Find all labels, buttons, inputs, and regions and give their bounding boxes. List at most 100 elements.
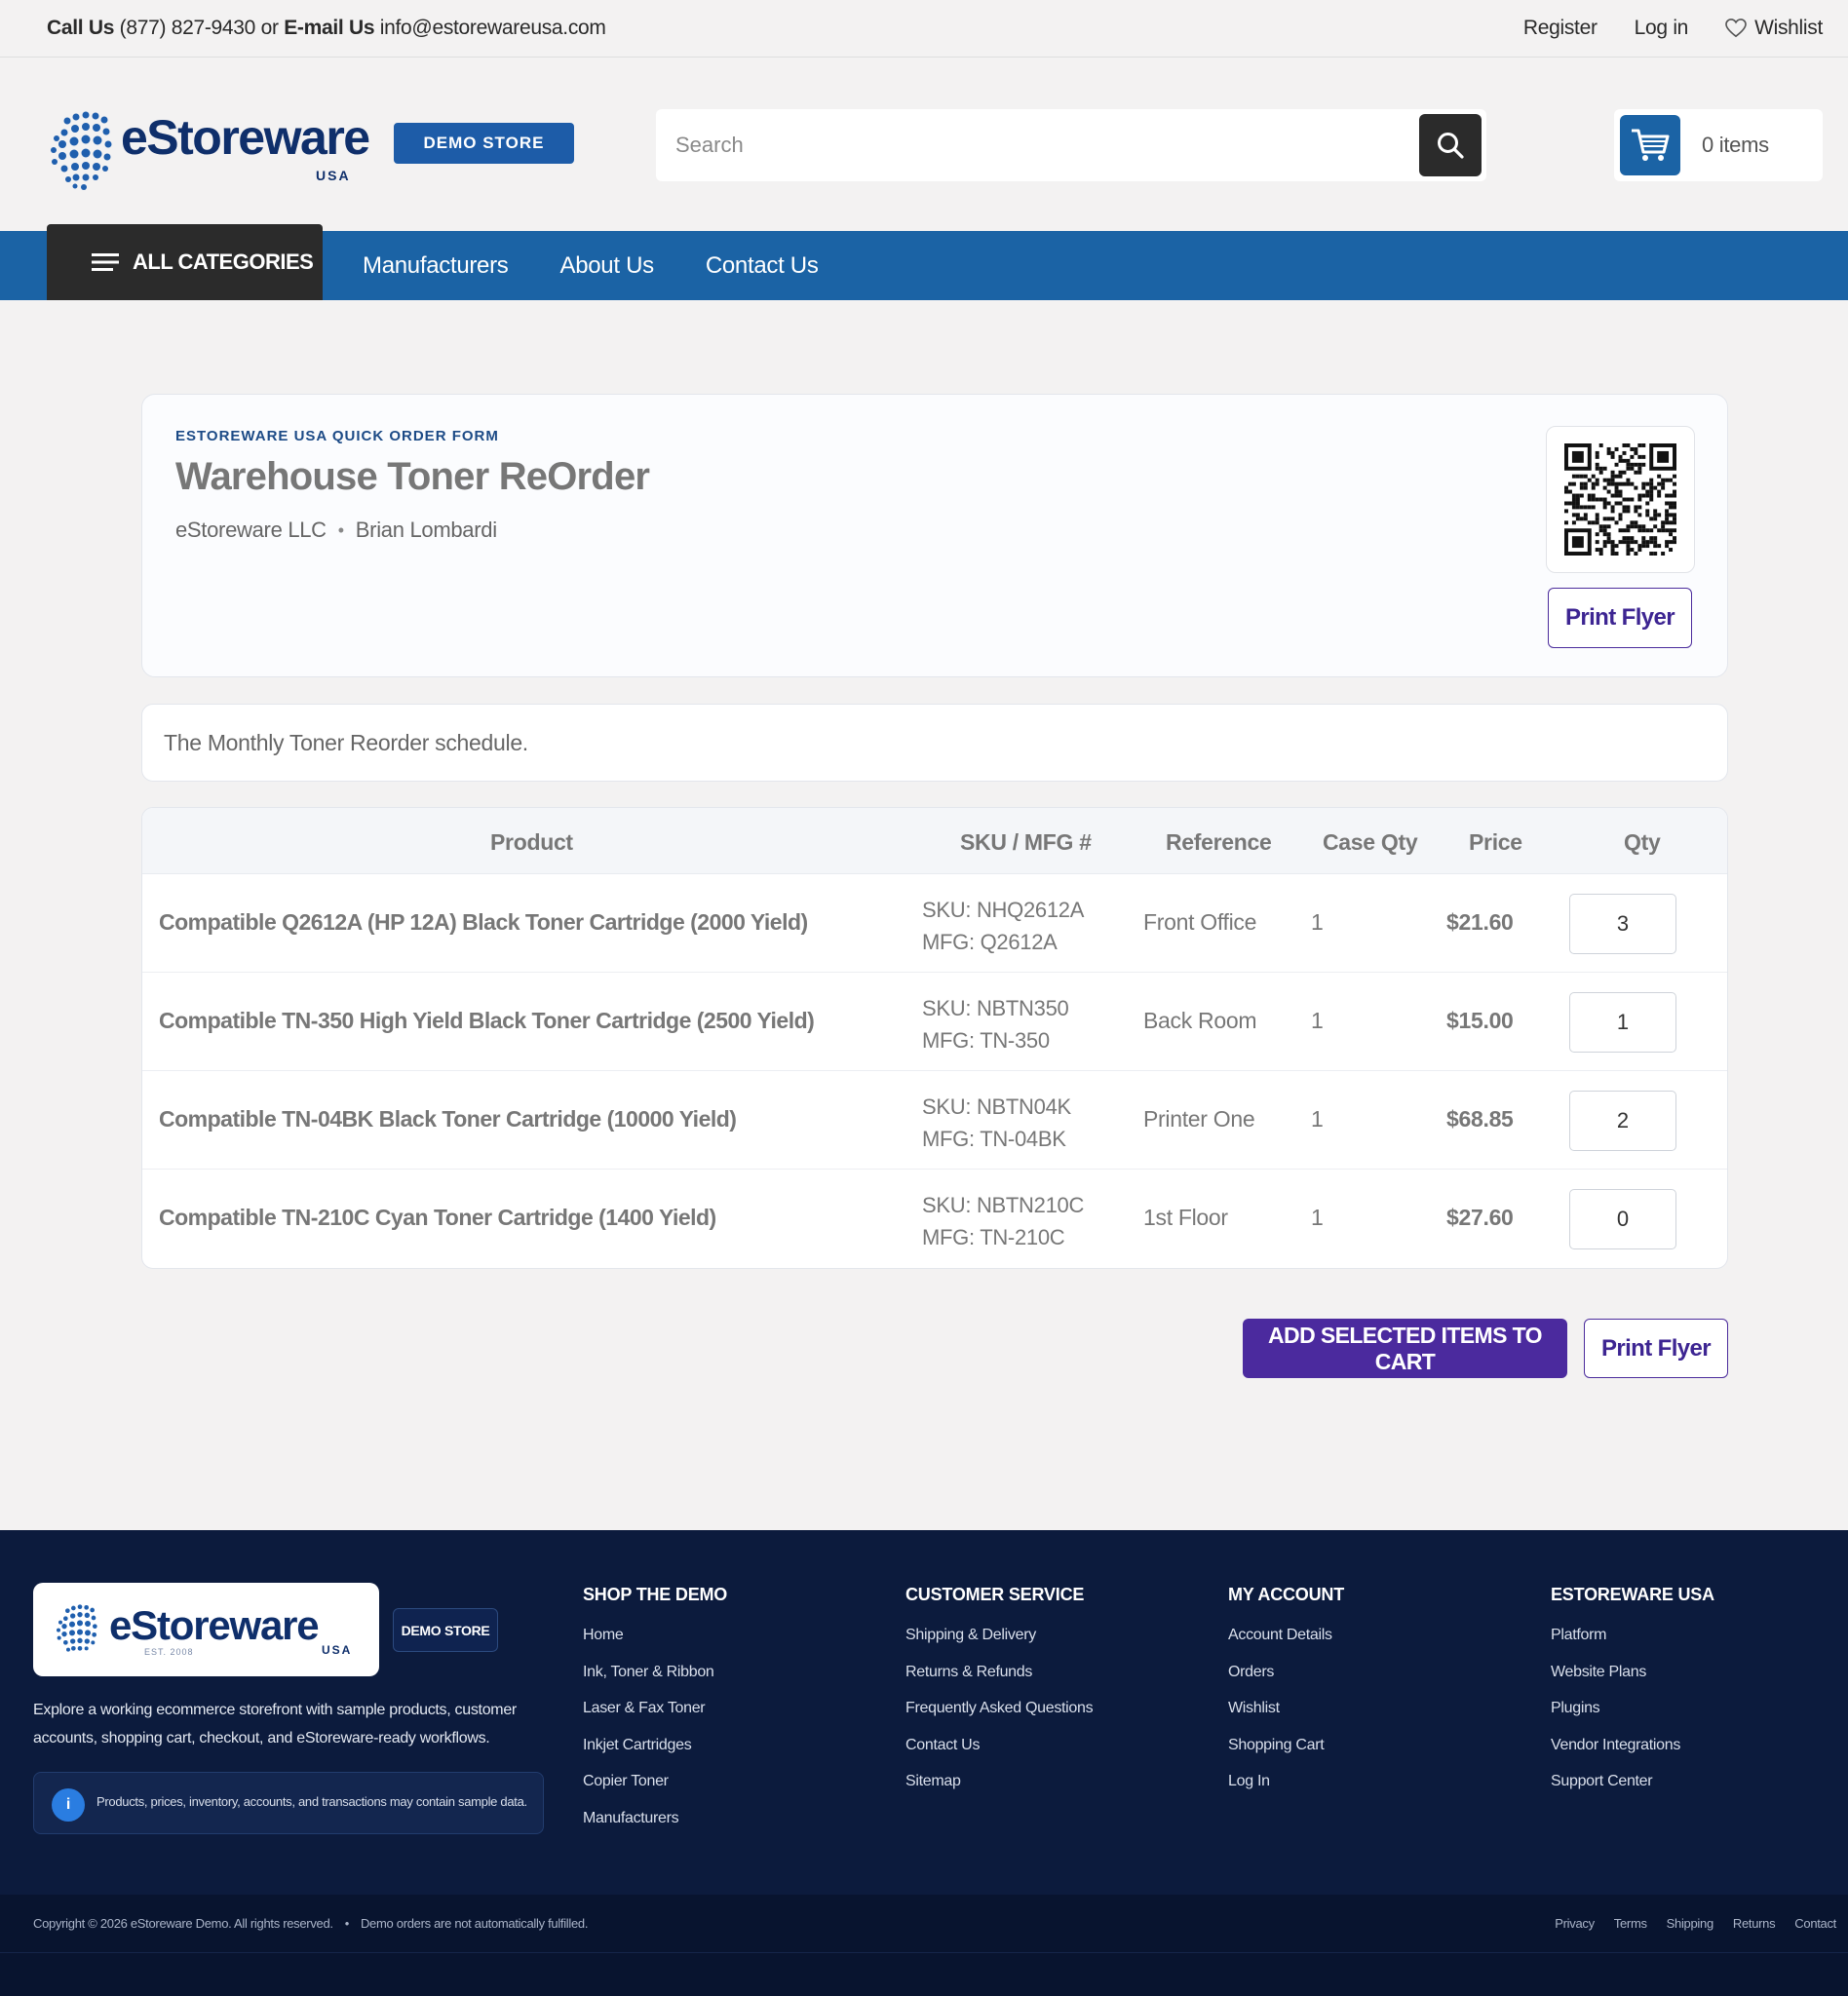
footer-link[interactable]: Vendor Integrations	[1551, 1737, 1714, 1774]
footer-link[interactable]: Account Details	[1228, 1627, 1344, 1664]
footer-col-title: MY ACCOUNT	[1228, 1585, 1344, 1604]
add-to-cart-button[interactable]: ADD SELECTED ITEMS TO CART	[1243, 1319, 1567, 1378]
login-link[interactable]: Log in	[1635, 17, 1689, 40]
footer-link[interactable]: Orders	[1228, 1664, 1344, 1701]
qty-input[interactable]	[1569, 1091, 1676, 1151]
footer-link[interactable]: Support Center	[1551, 1773, 1714, 1810]
privacy-link[interactable]: Privacy	[1555, 1916, 1595, 1931]
nav-manufacturers[interactable]: Manufacturers	[363, 252, 509, 280]
product-name[interactable]: Compatible TN-350 High Yield Black Toner…	[159, 1008, 815, 1034]
form-meta: eStoreware LLC • Brian Lombardi	[175, 518, 497, 543]
qty-input[interactable]	[1569, 992, 1676, 1053]
contact-info: Call Us (877) 827-9430 or E-mail Us info…	[47, 17, 606, 40]
cart-icon	[1620, 115, 1680, 175]
footer-link[interactable]: Frequently Asked Questions	[905, 1700, 1094, 1737]
sku-mfg: SKU: NBTN350 MFG: TN-350	[922, 992, 1069, 1056]
meta-separator: •	[337, 519, 344, 540]
form-eyebrow: ESTOREWARE USA QUICK ORDER FORM	[175, 428, 499, 444]
print-flyer-button-top[interactable]: Print Flyer	[1548, 588, 1692, 648]
footer-link[interactable]: Shipping & Delivery	[905, 1627, 1093, 1664]
logo-wordmark: eStoreware	[121, 110, 370, 165]
email-label: E-mail Us	[284, 17, 375, 39]
wishlist-link[interactable]: Wishlist	[1725, 17, 1823, 40]
nav-about-us[interactable]: About Us	[560, 252, 655, 280]
store-logo[interactable]: eStoreware USA DEMO STORE	[47, 105, 574, 198]
case-qty: 1	[1311, 1008, 1324, 1033]
wishlist-label: Wishlist	[1754, 17, 1823, 39]
terms-link[interactable]: Terms	[1614, 1916, 1647, 1931]
footer-logo[interactable]: eStoreware EST. 2008 USA	[33, 1583, 379, 1676]
heart-icon	[1725, 19, 1747, 38]
footer-link[interactable]: Contact Us	[905, 1737, 1093, 1774]
price: $27.60	[1446, 1205, 1514, 1230]
search-button[interactable]	[1419, 114, 1482, 176]
mini-cart[interactable]: 0 items	[1614, 109, 1823, 181]
form-description: The Monthly Toner Reorder schedule.	[141, 704, 1728, 782]
copyright-separator: •	[344, 1916, 350, 1931]
page-title: Warehouse Toner ReOrder	[175, 455, 650, 498]
phone-number[interactable]: (877) 827-9430	[120, 17, 256, 39]
menu-icon	[92, 253, 119, 271]
product-name[interactable]: Compatible TN-210C Cyan Toner Cartridge …	[159, 1205, 716, 1231]
company-name: eStoreware LLC	[175, 518, 327, 542]
reference: Front Office	[1143, 909, 1257, 935]
case-qty: 1	[1311, 909, 1324, 935]
search-input[interactable]	[675, 127, 1397, 164]
footer-link[interactable]: Laser & Fax Toner	[583, 1700, 727, 1737]
all-categories-button[interactable]: ALL CATEGORIES	[47, 224, 323, 300]
search-icon	[1438, 133, 1464, 159]
nav-contact-us[interactable]: Contact Us	[706, 252, 819, 280]
legal-links: Privacy Terms Shipping Returns Contact	[1555, 1916, 1836, 1931]
footer-link[interactable]: Sitemap	[905, 1773, 1093, 1810]
col-sku: SKU / MFG #	[960, 829, 1092, 855]
qty-input[interactable]	[1569, 1189, 1676, 1249]
mfg-value: MFG: TN-04BK	[922, 1127, 1066, 1151]
footer-col-estoreware: ESTOREWARE USA Platform Website Plans Pl…	[1551, 1585, 1714, 1810]
email-address[interactable]: info@estorewareusa.com	[380, 17, 606, 39]
demo-disclaimer: Demo orders are not automatically fulfil…	[360, 1916, 589, 1931]
footer-link[interactable]: Shopping Cart	[1228, 1737, 1344, 1774]
reference: 1st Floor	[1143, 1205, 1228, 1230]
sku-value: SKU: NBTN210C	[922, 1193, 1085, 1217]
returns-link[interactable]: Returns	[1733, 1916, 1776, 1931]
nav-links: Manufacturers About Us Contact Us	[363, 252, 819, 280]
footer-link[interactable]: Copier Toner	[583, 1773, 727, 1810]
contact-link[interactable]: Contact	[1794, 1916, 1836, 1931]
footer-link[interactable]: Returns & Refunds	[905, 1664, 1093, 1701]
mfg-value: MFG: Q2612A	[922, 930, 1058, 954]
main-nav: ALL CATEGORIES Manufacturers About Us Co…	[0, 224, 1848, 300]
print-flyer-button-bottom[interactable]: Print Flyer	[1584, 1319, 1728, 1378]
footer-link[interactable]: Website Plans	[1551, 1664, 1714, 1701]
footer-link[interactable]: Manufacturers	[583, 1810, 727, 1847]
sku-mfg: SKU: NBTN04K MFG: TN-04BK	[922, 1091, 1071, 1155]
table-header: Product SKU / MFG # Reference Case Qty P…	[142, 808, 1727, 874]
register-link[interactable]: Register	[1523, 17, 1598, 40]
footer-link[interactable]: Home	[583, 1627, 727, 1664]
sample-data-notice: i Products, prices, inventory, accounts,…	[33, 1772, 544, 1834]
table-row: Compatible TN-04BK Black Toner Cartridge…	[142, 1071, 1727, 1170]
footer-link[interactable]: Plugins	[1551, 1700, 1714, 1737]
globe-logo-icon	[57, 1604, 97, 1652]
product-name[interactable]: Compatible TN-04BK Black Toner Cartridge…	[159, 1106, 737, 1132]
footer-demo-badge: DEMO STORE	[393, 1608, 498, 1652]
shipping-link[interactable]: Shipping	[1667, 1916, 1714, 1931]
sku-value: SKU: NBTN04K	[922, 1094, 1071, 1119]
search-bar	[656, 109, 1486, 181]
footer-link[interactable]: Inkjet Cartridges	[583, 1737, 727, 1774]
footer-link[interactable]: Ink, Toner & Ribbon	[583, 1664, 727, 1701]
footer-logo-usa: USA	[322, 1643, 353, 1657]
footer-link[interactable]: Log In	[1228, 1773, 1344, 1810]
notice-text: Products, prices, inventory, accounts, a…	[96, 1794, 527, 1809]
footer-col-title: ESTOREWARE USA	[1551, 1585, 1714, 1604]
footer-link[interactable]: Platform	[1551, 1627, 1714, 1664]
table-row: Compatible TN-350 High Yield Black Toner…	[142, 973, 1727, 1071]
footer-about: Explore a working ecommerce storefront w…	[33, 1702, 517, 1746]
top-bar: Call Us (877) 827-9430 or E-mail Us info…	[0, 0, 1848, 58]
sub-footer: Copyright © 2026 eStoreware Demo. All ri…	[0, 1895, 1848, 1953]
col-reference: Reference	[1166, 829, 1272, 855]
product-name[interactable]: Compatible Q2612A (HP 12A) Black Toner C…	[159, 909, 808, 936]
sku-value: SKU: NBTN350	[922, 996, 1069, 1020]
qty-input[interactable]	[1569, 894, 1676, 954]
footer-col-title: CUSTOMER SERVICE	[905, 1585, 1085, 1604]
footer-link[interactable]: Wishlist	[1228, 1700, 1344, 1737]
